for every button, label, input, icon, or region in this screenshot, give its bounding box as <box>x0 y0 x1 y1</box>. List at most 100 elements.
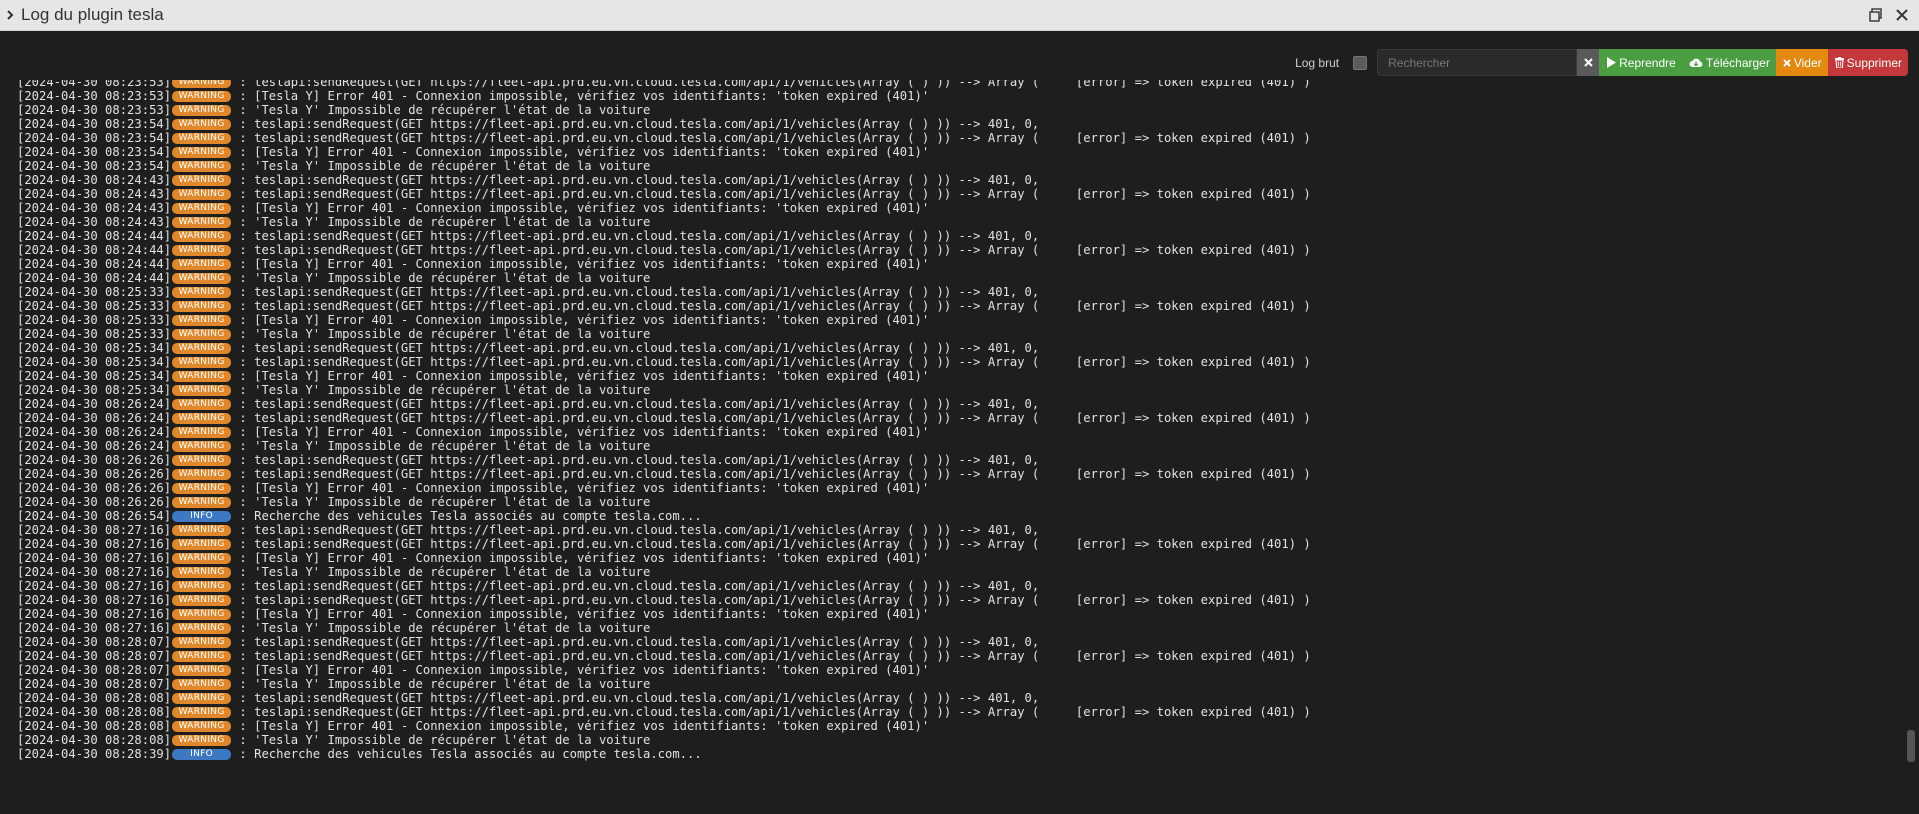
delete-label: Supprimer <box>1846 55 1902 70</box>
log-message: : [Tesla Y] Error 401 - Connexion imposs… <box>232 607 930 621</box>
log-timestamp: [2024-04-30 08:28:08] <box>17 691 172 705</box>
log-timestamp: [2024-04-30 08:26:24] <box>17 439 172 453</box>
log-message: : 'Tesla Y' Impossible de récupérer l'ét… <box>232 271 651 285</box>
log-timestamp: [2024-04-30 08:25:33] <box>17 285 172 299</box>
log-line: [2024-04-30 08:27:16] WARNING : [Tesla Y]… <box>17 607 1311 621</box>
log-line: [2024-04-30 08:28:07] WARNING : 'Tesla Y'… <box>17 677 1311 691</box>
log-message: : teslapi:sendRequest(GET https://fleet-… <box>232 117 1040 131</box>
log-line: [2024-04-30 08:26:26] WARNING : teslapi:s… <box>17 453 1311 467</box>
log-line: [2024-04-30 08:26:24] WARNING : 'Tesla Y'… <box>17 439 1311 453</box>
clear-button[interactable]: Vider <box>1775 49 1828 76</box>
log-level-badge: WARNING <box>172 622 232 634</box>
log-level-badge: WARNING <box>172 160 232 172</box>
log-line: [2024-04-30 08:24:44] WARNING : 'Tesla Y'… <box>17 271 1311 285</box>
log-timestamp: [2024-04-30 08:23:53] <box>17 89 172 103</box>
log-line: [2024-04-30 08:24:43] WARNING : [Tesla Y]… <box>17 201 1311 215</box>
log-message: : Recherche des vehicules Tesla associés… <box>232 747 702 761</box>
log-message: : teslapi:sendRequest(GET https://fleet-… <box>232 705 1311 719</box>
log-level-badge: WARNING <box>172 230 232 242</box>
log-level-badge: WARNING <box>172 412 232 424</box>
log-message: : 'Tesla Y' Impossible de récupérer l'ét… <box>232 159 651 173</box>
log-timestamp: [2024-04-30 08:28:07] <box>17 635 172 649</box>
log-level-badge: WARNING <box>172 314 232 326</box>
log-message: : Recherche des vehicules Tesla associés… <box>232 509 702 523</box>
log-timestamp: [2024-04-30 08:23:53] <box>17 103 172 117</box>
log-line: [2024-04-30 08:25:33] WARNING : teslapi:s… <box>17 285 1311 299</box>
log-message: : 'Tesla Y' Impossible de récupérer l'ét… <box>232 565 651 579</box>
delete-button[interactable]: Supprimer <box>1827 49 1908 76</box>
log-message: : teslapi:sendRequest(GET https://fleet-… <box>232 523 1040 537</box>
log-level-badge: WARNING <box>172 356 232 368</box>
log-level-badge: WARNING <box>172 524 232 536</box>
log-level-badge: WARNING <box>172 132 232 144</box>
maximize-icon[interactable] <box>1867 6 1885 24</box>
log-level-badge: WARNING <box>172 440 232 452</box>
log-line: [2024-04-30 08:28:08] WARNING : [Tesla Y]… <box>17 719 1311 733</box>
log-message: : teslapi:sendRequest(GET https://fleet-… <box>232 411 1311 425</box>
log-level-badge: INFO <box>172 510 232 522</box>
log-line: [2024-04-30 08:27:16] WARNING : teslapi:s… <box>17 593 1311 607</box>
log-level-badge: WARNING <box>172 342 232 354</box>
log-message: : [Tesla Y] Error 401 - Connexion imposs… <box>232 719 930 733</box>
log-timestamp: [2024-04-30 08:27:16] <box>17 565 172 579</box>
log-scrollbar[interactable] <box>1907 80 1915 770</box>
log-line: [2024-04-30 08:25:34] WARNING : teslapi:s… <box>17 341 1311 355</box>
log-message: : 'Tesla Y' Impossible de récupérer l'ét… <box>232 103 651 117</box>
log-line: [2024-04-30 08:26:54] INFO : Recherche de… <box>17 509 1311 523</box>
log-message: : teslapi:sendRequest(GET https://fleet-… <box>232 229 1040 243</box>
play-icon <box>1607 57 1617 68</box>
clear-search-button[interactable] <box>1577 49 1600 76</box>
log-message: : teslapi:sendRequest(GET https://fleet-… <box>232 691 1040 705</box>
log-level-badge: WARNING <box>172 258 232 270</box>
log-line: [2024-04-30 08:28:07] WARNING : [Tesla Y]… <box>17 663 1311 677</box>
download-button[interactable]: Télécharger <box>1681 49 1776 76</box>
resume-button[interactable]: Reprendre <box>1599 49 1682 76</box>
log-level-badge: WARNING <box>172 720 232 732</box>
log-timestamp: [2024-04-30 08:27:16] <box>17 593 172 607</box>
log-message: : [Tesla Y] Error 401 - Connexion imposs… <box>232 663 930 677</box>
log-timestamp: [2024-04-30 08:26:54] <box>17 509 172 523</box>
log-level-badge: WARNING <box>172 650 232 662</box>
log-level-badge: WARNING <box>172 90 232 102</box>
log-level-badge: WARNING <box>172 216 232 228</box>
log-viewer[interactable]: [2024-04-30 08:23:53] WARNING : teslapi:s… <box>17 80 1897 770</box>
log-level-badge: WARNING <box>172 104 232 116</box>
log-level-badge: WARNING <box>172 244 232 256</box>
log-line: [2024-04-30 08:27:16] WARNING : 'Tesla Y'… <box>17 621 1311 635</box>
log-message: : teslapi:sendRequest(GET https://fleet-… <box>232 467 1311 481</box>
log-level-badge: WARNING <box>172 202 232 214</box>
log-level-badge: WARNING <box>172 286 232 298</box>
log-message: : teslapi:sendRequest(GET https://fleet-… <box>232 537 1311 551</box>
log-level-badge: WARNING <box>172 566 232 578</box>
log-line: [2024-04-30 08:25:33] WARNING : 'Tesla Y'… <box>17 327 1311 341</box>
log-line: [2024-04-30 08:27:16] WARNING : [Tesla Y]… <box>17 551 1311 565</box>
log-line: [2024-04-30 08:23:54] WARNING : teslapi:s… <box>17 131 1311 145</box>
raw-log-checkbox[interactable] <box>1353 55 1368 70</box>
log-line: [2024-04-30 08:24:43] WARNING : teslapi:s… <box>17 173 1311 187</box>
log-message: : teslapi:sendRequest(GET https://fleet-… <box>232 299 1311 313</box>
close-icon[interactable] <box>1893 6 1911 24</box>
log-message: : teslapi:sendRequest(GET https://fleet-… <box>232 453 1040 467</box>
log-line: [2024-04-30 08:26:24] WARNING : [Tesla Y]… <box>17 425 1311 439</box>
log-message: : [Tesla Y] Error 401 - Connexion imposs… <box>232 481 930 495</box>
log-level-badge: WARNING <box>172 538 232 550</box>
log-line: [2024-04-30 08:23:54] WARNING : 'Tesla Y'… <box>17 159 1311 173</box>
window-title: Log du plugin tesla <box>21 5 164 24</box>
log-timestamp: [2024-04-30 08:26:24] <box>17 425 172 439</box>
log-line: [2024-04-30 08:27:16] WARNING : teslapi:s… <box>17 579 1311 593</box>
resume-label: Reprendre <box>1619 55 1676 70</box>
chevron-right-icon[interactable] <box>5 10 15 20</box>
log-line: [2024-04-30 08:26:26] WARNING : 'Tesla Y'… <box>17 495 1311 509</box>
log-message: : 'Tesla Y' Impossible de récupérer l'ét… <box>232 733 651 747</box>
log-message: : [Tesla Y] Error 401 - Connexion imposs… <box>232 425 930 439</box>
times-icon <box>1783 58 1791 67</box>
search-input[interactable] <box>1377 49 1578 76</box>
log-line: [2024-04-30 08:27:16] WARNING : teslapi:s… <box>17 537 1311 551</box>
log-message: : [Tesla Y] Error 401 - Connexion imposs… <box>232 201 930 215</box>
log-timestamp: [2024-04-30 08:28:07] <box>17 677 172 691</box>
log-level-badge: WARNING <box>172 552 232 564</box>
log-message: : [Tesla Y] Error 401 - Connexion imposs… <box>232 257 930 271</box>
log-message: : teslapi:sendRequest(GET https://fleet-… <box>232 593 1311 607</box>
scrollbar-thumb[interactable] <box>1907 730 1915 762</box>
log-line: [2024-04-30 08:24:43] WARNING : 'Tesla Y'… <box>17 215 1311 229</box>
